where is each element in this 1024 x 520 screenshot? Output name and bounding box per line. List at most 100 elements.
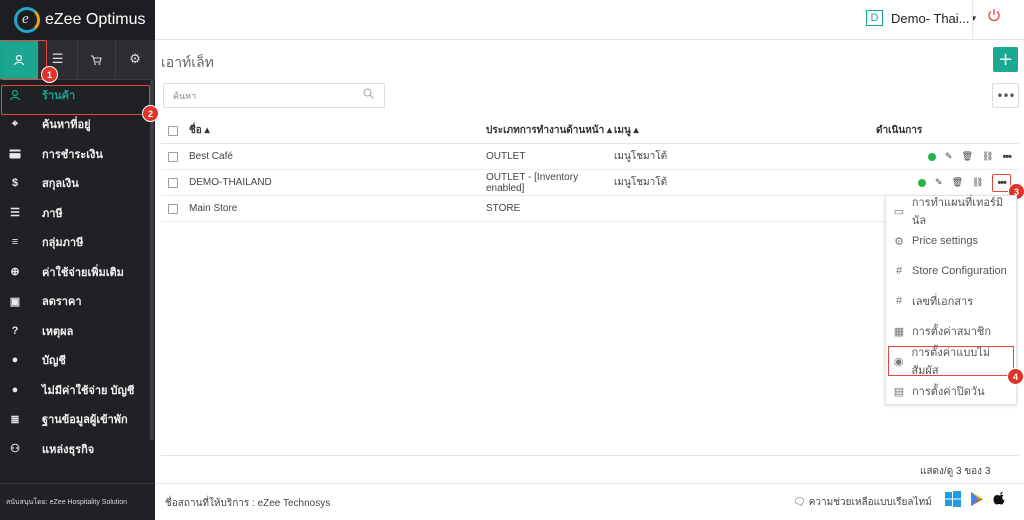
menu-item-label: Price settings (912, 235, 979, 247)
service-name: ชื่อสถานที่ให้บริการ : eZee Technosys (165, 498, 331, 509)
select-all-checkbox[interactable] (168, 125, 178, 136)
hash-icon: # (895, 265, 903, 277)
property-name: Demo- Thai... (891, 10, 970, 26)
status-active-icon[interactable] (918, 178, 927, 187)
sidebar-item-label: ค้นหาที่อยู่ (42, 119, 91, 132)
plus-circle-icon: ⊕ (10, 266, 20, 279)
row-checkbox[interactable] (168, 177, 178, 188)
row-actions: ✎ 🗑 ⛓ ••• (876, 151, 1019, 163)
pagination-divider (161, 455, 1019, 456)
menu-item-store-configuration[interactable]: # Store Configuration (886, 256, 1016, 286)
sidebar-item-complimentary-accounts[interactable]: ● ไม่มีค่าใช้จ่าย บัญชี (0, 375, 155, 405)
add-outlet-button[interactable]: + (993, 47, 1018, 72)
row-menu: เมนูโชมาโต้ (614, 151, 668, 162)
sidebar-item-tax[interactable]: ☰ ภาษี (0, 198, 155, 228)
table-row[interactable]: Best Café OUTLET เมนูโชมาโต้ ✎ 🗑 ⛓ ••• (161, 144, 1019, 170)
person-icon: ● (11, 354, 19, 367)
monitor-icon: ▭ (893, 205, 905, 218)
more-options-button[interactable]: ••• (992, 83, 1019, 108)
sidebar-item-discount[interactable]: ▣ ลดราคา (0, 287, 155, 317)
sidebar-item-guest-database[interactable]: ≣ ฐานข้อมูลผู้เข้าพัก (0, 405, 155, 435)
records-count: แสดง/ดู 3 ของ 3 (920, 466, 991, 477)
list-icon: ☰ (10, 207, 20, 220)
sidebar-item-label: บัญชี (42, 355, 66, 368)
sidebar-item-payment[interactable]: การชำระเงิน (0, 139, 155, 169)
callout-number-2: 2 (142, 105, 159, 122)
app-name: eZee Optimus (45, 11, 146, 28)
realtime-help-link[interactable]: 🗨 ความช่วยเหลือแบบเรียลไทม์ (793, 495, 932, 510)
status-active-icon[interactable] (928, 152, 937, 161)
card-icon (8, 147, 22, 161)
app-store-links (945, 491, 1007, 507)
row-more-button[interactable]: ••• (1002, 151, 1012, 163)
sidebar-scrollbar[interactable] (150, 80, 154, 440)
edit-icon[interactable]: ✎ (935, 177, 943, 188)
group-icon: ⚇ (10, 443, 20, 456)
power-icon[interactable] (987, 8, 1001, 26)
sidebar-item-reasons[interactable]: ? เหตุผล (0, 316, 155, 346)
search-input[interactable]: ค้นหา (163, 83, 385, 108)
google-play-icon[interactable] (969, 491, 985, 507)
edit-icon[interactable]: ✎ (945, 151, 953, 162)
sidebar-item-accounts[interactable]: ● บัญชี (0, 346, 155, 376)
sidebar-item-extra-charges[interactable]: ⊕ ค่าใช้จ่ายเพิ่มเติม (0, 257, 155, 287)
plus-icon: + (997, 49, 1014, 70)
location-icon: ⌖ (11, 117, 19, 130)
menu-item-member-settings[interactable]: ▦ การตั้งค่าสมาชิก (886, 316, 1016, 346)
gift-icon: ▣ (9, 295, 21, 308)
sidebar-item-label: กลุ่มภาษี (42, 237, 84, 250)
row-type: OUTLET (486, 151, 526, 162)
menu-item-label: เลขที่เอกสาร (912, 296, 974, 308)
row-checkbox[interactable] (168, 203, 178, 214)
row-checkbox[interactable] (168, 151, 178, 162)
sidebar-item-currency[interactable]: $ สกุลเงิน (0, 169, 155, 199)
callout-number-4: 4 (1007, 368, 1024, 385)
column-type[interactable]: ประเภทการทำงานด้านหน้า ▴ (486, 125, 614, 136)
row-menu: เมนูโชมาโต้ (614, 177, 668, 188)
question-icon: ? (11, 324, 19, 337)
sidebar-item-label: ไม่มีค่าใช้จ่าย บัญชี (42, 384, 135, 397)
column-name[interactable]: ชื่อ ▴ (189, 123, 486, 138)
hash-icon: # (895, 295, 903, 307)
sidebar-item-label: เหตุผล (42, 325, 74, 338)
cart-icon (91, 54, 103, 65)
trash-icon[interactable]: 🗑 (952, 177, 963, 188)
calendar-icon: ▤ (893, 385, 905, 398)
sidebar-item-label: ลดราคา (42, 296, 82, 309)
top-header: D Demo- Thai... ▾ (155, 0, 1024, 40)
menu-icon: ☰ (51, 52, 64, 67)
menu-item-price-settings[interactable]: ⚙ Price settings (886, 226, 1016, 256)
menu-item-label: Store Configuration (912, 265, 1007, 277)
property-selector[interactable]: D Demo- Thai... ▾ (866, 10, 976, 26)
link-icon[interactable]: ⛓ (982, 151, 993, 162)
member-icon: ▦ (893, 325, 905, 338)
gear-icon: ⚙ (894, 235, 904, 248)
menu-item-label: การตั้งค่าปิดวัน (912, 386, 985, 398)
callout-number-1: 1 (41, 66, 58, 83)
sidebar-item-business-source[interactable]: ⚇ แหล่งธุรกิจ (0, 434, 155, 464)
app-logo[interactable]: e eZee Optimus (0, 0, 155, 40)
tab-settings[interactable]: ⚙ (116, 40, 155, 79)
menu-item-day-close-settings[interactable]: ▤ การตั้งค่าปิดวัน (886, 376, 1016, 406)
menu-item-contactless-settings[interactable]: ◉ การตั้งค่าแบบไม่สัมผัส (888, 346, 1014, 377)
header-divider (972, 0, 973, 40)
apple-icon[interactable] (993, 491, 1007, 507)
row-name: DEMO-THAILAND (189, 177, 272, 188)
windows-icon[interactable] (945, 491, 961, 507)
table-row[interactable]: DEMO-THAILAND OUTLET - [Inventory enable… (161, 170, 1019, 196)
menu-item-label: การทำแผนที่เทอร์มินัล (911, 197, 1004, 227)
tab-cart[interactable] (78, 40, 117, 79)
menu-item-document-number[interactable]: # เลขที่เอกสาร (886, 286, 1016, 316)
database-icon: ≣ (10, 413, 20, 426)
sidebar-item-label: สกุลเงิน (42, 178, 79, 191)
sidebar-item-label: ฐานข้อมูลผู้เข้าพัก (42, 414, 128, 427)
column-menu[interactable]: เมนู ▴ (614, 123, 876, 138)
ellipsis-icon: ••• (996, 88, 1015, 103)
menu-item-label: การตั้งค่าแบบไม่สัมผัส (911, 347, 991, 377)
sidebar-item-tax-group[interactable]: ≡ กลุ่มภาษี (0, 228, 155, 258)
sidebar-item-label: ภาษี (42, 207, 63, 220)
menu-item-terminal-mapping[interactable]: ▭ การทำแผนที่เทอร์มินัล (886, 196, 1016, 227)
trash-icon[interactable]: 🗑 (962, 151, 973, 162)
link-icon[interactable]: ⛓ (972, 177, 983, 188)
menu-item-label: การตั้งค่าสมาชิก (912, 326, 992, 338)
